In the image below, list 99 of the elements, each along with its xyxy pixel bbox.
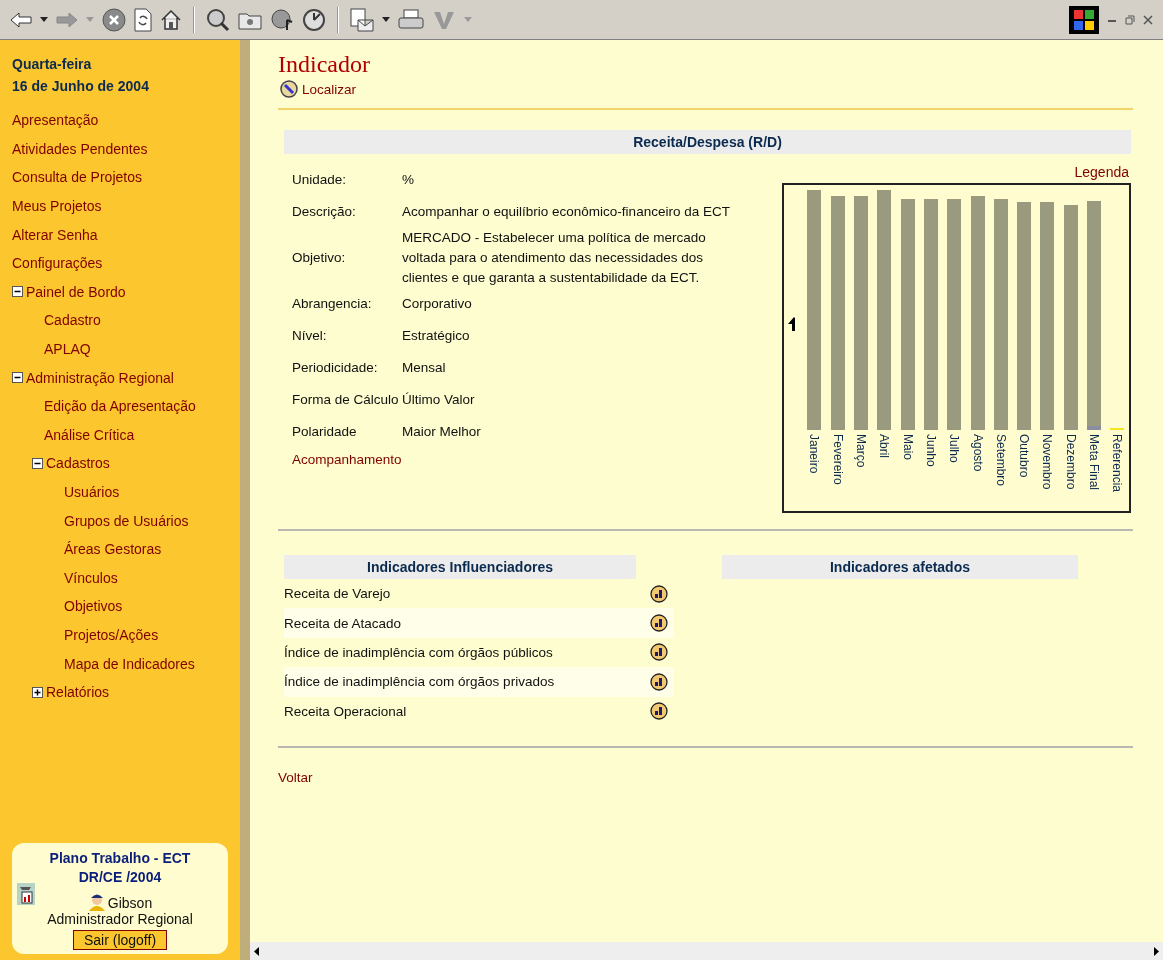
- left-arrow-icon[interactable]: [254, 946, 259, 956]
- toolbox-icon: [17, 883, 35, 905]
- field-value: Mensal: [402, 359, 447, 377]
- field-value: Maior Melhor: [402, 423, 482, 441]
- clock-icon[interactable]: [302, 7, 326, 32]
- user-icon: [87, 893, 106, 911]
- nav-link[interactable]: Edição da Apresentação: [44, 398, 196, 415]
- user-name: Gibson: [107, 895, 153, 911]
- indicator-link[interactable]: Receita de Varejo: [284, 586, 391, 602]
- plan-title: Plano Trabalho - ECT: [49, 849, 191, 868]
- nav-link[interactable]: Vínculos: [64, 569, 118, 586]
- axis-label: Referencia: [1110, 434, 1125, 493]
- nav-link[interactable]: Análise Crítica: [44, 426, 135, 443]
- chart-icon[interactable]: [650, 702, 668, 721]
- field-value: Acompanhar o equilíbrio econômico-financeiro da ECT: [402, 203, 731, 221]
- axis-label: Maio: [900, 434, 915, 460]
- field-label: Periodicidade:: [292, 359, 379, 377]
- collapse-icon[interactable]: [12, 372, 23, 384]
- axis-label: Dezembro: [1063, 434, 1078, 490]
- nav-link[interactable]: Áreas Gestoras: [64, 541, 162, 558]
- nav-link[interactable]: Consulta de Projetos: [12, 169, 142, 186]
- axis-label: Novembro: [1040, 434, 1055, 490]
- indicator-link[interactable]: Índice de inadimplência com órgãos públicos: [284, 644, 553, 660]
- expand-icon[interactable]: [32, 686, 43, 698]
- nav-link[interactable]: APLAQ: [44, 341, 91, 358]
- date-label: 16 de Junho de 2004: [12, 77, 150, 96]
- nav-link[interactable]: Meus Projetos: [12, 198, 102, 215]
- table-header: Indicadores Influenciadores: [284, 555, 636, 579]
- nav-link[interactable]: Administração Regional: [26, 369, 174, 386]
- horizontal-scrollbar[interactable]: [250, 942, 1163, 960]
- chart-icon[interactable]: [650, 643, 668, 662]
- date-label: Quarta-feira: [12, 55, 93, 74]
- close-icon[interactable]: [1143, 14, 1153, 25]
- axis-label: Outubro: [1017, 434, 1032, 478]
- indicator-link[interactable]: Receita de Atacado: [284, 615, 402, 631]
- table-header: Indicadores afetados: [722, 555, 1078, 579]
- axis-label: Janeiro: [807, 434, 822, 474]
- field-value: MERCADO - Estabelecer uma política de mercado voltada para o atendimento das necessidades dos clientes e que garanta a sustentabilidade da ECT.: [402, 229, 707, 287]
- caret-icon[interactable]: [40, 17, 48, 22]
- home-icon[interactable]: [160, 8, 182, 31]
- logout-button[interactable]: Sair (logoff): [72, 930, 168, 950]
- reference-line: [1110, 428, 1125, 430]
- back-link[interactable]: Voltar: [278, 769, 1133, 785]
- legend-link[interactable]: Legenda: [1074, 164, 1129, 180]
- axis-label: Junho: [923, 434, 938, 467]
- chart-icon[interactable]: [650, 614, 668, 633]
- nav-link[interactable]: Mapa de Indicadores: [64, 655, 195, 672]
- field-label: Forma de Cálculo: [292, 391, 400, 409]
- field-value: Estratégico: [402, 327, 471, 345]
- axis-label: Meta Final: [1087, 434, 1102, 491]
- axis-label: Março: [854, 434, 869, 468]
- refresh-icon[interactable]: [134, 7, 152, 32]
- mail-icon[interactable]: [350, 7, 374, 32]
- nav-link[interactable]: Relatórios: [46, 684, 110, 701]
- field-label: Polaridade: [292, 423, 358, 441]
- nav-link[interactable]: Cadastro: [44, 312, 101, 329]
- right-arrow-icon[interactable]: [1154, 946, 1159, 956]
- nav-link[interactable]: Cadastros: [46, 455, 110, 472]
- plan-subtitle: DR/CE /2004: [78, 868, 162, 887]
- field-label: Unidade:: [292, 171, 348, 189]
- axis-label: Agosto: [970, 434, 985, 472]
- collapse-icon[interactable]: [32, 457, 43, 469]
- axis-label: Julho: [947, 434, 962, 463]
- find-link[interactable]: Localizar: [302, 81, 357, 97]
- search-icon[interactable]: [280, 80, 298, 98]
- restore-icon[interactable]: [1125, 14, 1135, 25]
- nav-link[interactable]: Grupos de Usuários: [64, 512, 189, 529]
- axis-label: Setembro: [993, 434, 1008, 487]
- section-header: Receita/Despesa (R/D): [284, 130, 1131, 154]
- field-label: Abrangencia:: [292, 295, 373, 313]
- flag-icon: [1069, 5, 1099, 34]
- field-label: Nível:: [292, 327, 328, 345]
- nav-link[interactable]: Usuários: [64, 484, 120, 500]
- nav-link[interactable]: Alterar Senha: [12, 226, 98, 243]
- page-title: Indicador: [278, 50, 371, 78]
- chart-icon[interactable]: [650, 672, 668, 691]
- field-value: Último Valor: [402, 391, 476, 409]
- axis-label: Fevereiro: [830, 434, 845, 485]
- follow-up-link[interactable]: Acompanhamento: [292, 452, 752, 467]
- nav-link[interactable]: Painel de Bordo: [26, 283, 126, 300]
- printer-icon[interactable]: [398, 8, 424, 31]
- user-role: Administrador Regional: [47, 911, 193, 927]
- collapse-icon[interactable]: [12, 286, 23, 298]
- search-icon[interactable]: [206, 7, 230, 32]
- chart-icon[interactable]: [650, 584, 668, 603]
- nav-link[interactable]: Objetivos: [64, 598, 123, 615]
- axis-label: Abril: [877, 434, 892, 458]
- stop-icon[interactable]: [102, 7, 126, 32]
- nav-link[interactable]: Apresentação: [12, 112, 99, 129]
- caret-icon[interactable]: [382, 17, 390, 22]
- field-value: %: [402, 171, 415, 189]
- nav-link[interactable]: Projetos/Ações: [64, 627, 159, 643]
- nav-link[interactable]: Configurações: [12, 255, 103, 272]
- back-icon[interactable]: [10, 11, 32, 28]
- field-label: Objetivo:: [292, 249, 347, 267]
- field-value: Corporativo: [402, 295, 473, 313]
- indicator-link[interactable]: Receita Operacional: [284, 703, 407, 719]
- field-label: Descrição:: [292, 203, 357, 221]
- nav-link[interactable]: Atividades Pendentes: [12, 140, 148, 157]
